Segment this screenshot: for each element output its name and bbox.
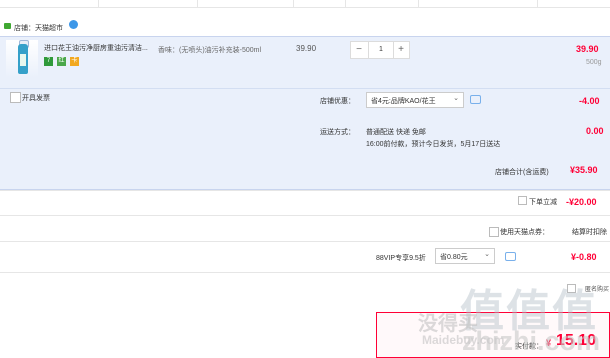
message-icon[interactable] [505, 252, 516, 261]
shipping-label: 运送方式： [320, 129, 355, 136]
discount-amount: -¥20.00 [566, 197, 597, 207]
promo-select[interactable]: 省4元:品牌KAO/花王 ⌄ [366, 92, 464, 108]
unit-price: 39.90 [296, 44, 317, 53]
line-price: 39.90 [576, 44, 599, 54]
product-title[interactable]: 进口花王油污净厨房重油污清洁... [44, 44, 156, 54]
badge-service-icon: 红 [56, 57, 66, 66]
subtotal-label: 店铺合计(含运费) [495, 169, 549, 176]
service-badges: 7 红 卡 [44, 57, 86, 66]
chevron-down-icon: ⌄ [484, 251, 490, 258]
watermark-logo: 值值值 [460, 287, 598, 336]
vip-label: 88VIP专享9.5折 [376, 255, 426, 262]
shipping-amount: 0.00 [586, 126, 604, 136]
quantity-input[interactable]: 1 [368, 42, 394, 58]
chevron-down-icon: ⌄ [453, 95, 459, 102]
column-divider [293, 0, 294, 7]
row-divider [0, 272, 610, 273]
product-spec: 香味：(无喷头)油污补充装-500ml [158, 47, 262, 54]
column-divider [537, 0, 538, 7]
badge-card-icon: 卡 [69, 57, 79, 66]
tmall-badge-icon [69, 20, 78, 29]
badge-7day-icon: 7 [44, 57, 53, 66]
shipping-method: 普通配送 快递 免邮 [366, 129, 426, 136]
message-icon[interactable] [470, 95, 481, 104]
shop-label[interactable]: 店铺：天猫超市 [14, 23, 63, 33]
row-divider [0, 241, 610, 242]
product-thumbnail[interactable] [6, 40, 38, 78]
top-border [0, 0, 610, 8]
column-divider [197, 0, 198, 7]
invoice-label: 开具发票 [22, 95, 50, 102]
discount-label: 下单立减 [529, 199, 557, 206]
promo-amount: -4.00 [579, 96, 600, 106]
shipping-eta: 16:00前付款，预计今日发货，5月17日送达 [366, 141, 501, 148]
column-divider [98, 0, 99, 7]
promo-label: 店铺优惠： [320, 98, 355, 105]
shop-flag-icon [4, 23, 11, 29]
tmall-points-checkbox[interactable] [489, 227, 499, 237]
promo-selected: 省4元:品牌KAO/花王 [371, 98, 436, 105]
vip-select[interactable]: 省0.80元 ⌄ [435, 248, 495, 264]
row-divider [0, 190, 610, 191]
tmall-points-label: 使用天猫点券： [500, 229, 549, 236]
invoice-checkbox[interactable] [10, 92, 21, 103]
bottle-label-icon [20, 54, 26, 66]
row-divider [0, 215, 610, 216]
vip-selected: 省0.80元 [440, 254, 468, 261]
column-divider [418, 0, 419, 7]
section-divider [0, 88, 610, 89]
subtotal-amount: ¥35.90 [570, 165, 598, 175]
quantity-plus-button[interactable]: + [393, 42, 409, 58]
tmall-points-note: 结算时扣除 [572, 229, 607, 236]
watermark-url: zhizhi.com [462, 326, 601, 356]
column-divider [345, 0, 346, 7]
vip-amount: ¥-0.80 [571, 252, 597, 262]
shop-row: 店铺：天猫超市 [0, 12, 610, 32]
discount-check-icon [518, 196, 527, 205]
quantity-minus-button[interactable]: − [351, 42, 367, 58]
quantity-stepper[interactable]: − 1 + [350, 41, 410, 59]
item-weight: 500g [586, 59, 602, 66]
